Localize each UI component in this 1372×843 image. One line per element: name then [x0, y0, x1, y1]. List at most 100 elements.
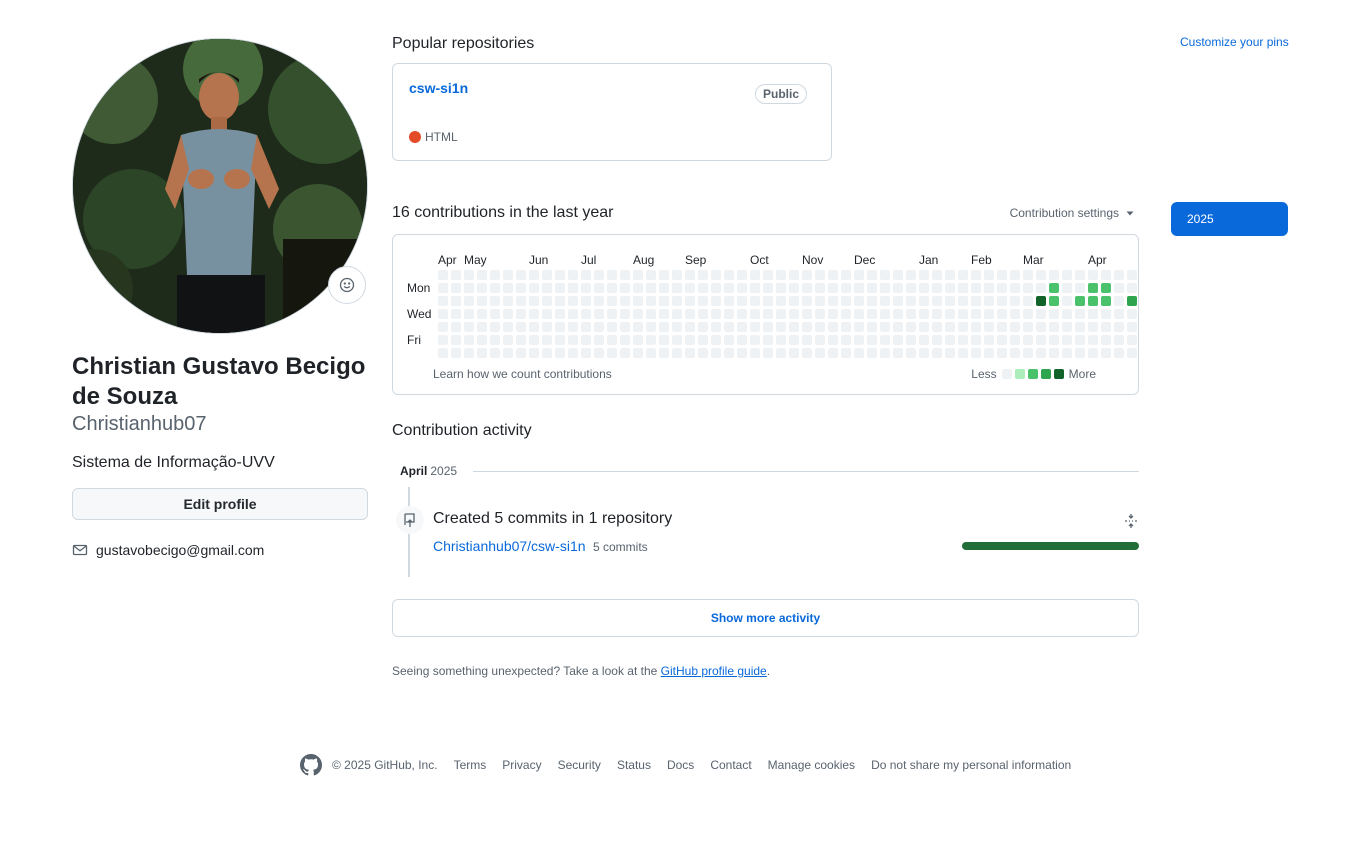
contribution-day[interactable]	[451, 322, 461, 332]
contribution-day[interactable]	[542, 335, 552, 345]
contribution-day[interactable]	[529, 322, 539, 332]
contribution-day[interactable]	[477, 283, 487, 293]
contribution-day[interactable]	[815, 270, 825, 280]
contribution-day[interactable]	[698, 348, 708, 358]
contribution-day[interactable]	[1023, 296, 1033, 306]
footer-link-manage-cookies[interactable]: Manage cookies	[768, 758, 855, 772]
contribution-day[interactable]	[854, 348, 864, 358]
contribution-day[interactable]	[841, 322, 851, 332]
contribution-day[interactable]	[945, 348, 955, 358]
contribution-day[interactable]	[906, 283, 916, 293]
contribution-day[interactable]	[880, 296, 890, 306]
contribution-day[interactable]	[555, 322, 565, 332]
contribution-day[interactable]	[880, 283, 890, 293]
contribution-day[interactable]	[1114, 296, 1124, 306]
contribution-day[interactable]	[958, 309, 968, 319]
contribution-day[interactable]	[581, 309, 591, 319]
contribution-day[interactable]	[776, 348, 786, 358]
contribution-day[interactable]	[750, 283, 760, 293]
contribution-day[interactable]	[971, 335, 981, 345]
contribution-day[interactable]	[646, 270, 656, 280]
contribution-day[interactable]	[776, 283, 786, 293]
contribution-day[interactable]	[841, 335, 851, 345]
footer-link-docs[interactable]: Docs	[667, 758, 694, 772]
contribution-day[interactable]	[1127, 296, 1137, 306]
contribution-day[interactable]	[464, 270, 474, 280]
contribution-day[interactable]	[997, 309, 1007, 319]
contribution-day[interactable]	[555, 309, 565, 319]
contribution-day[interactable]	[1062, 348, 1072, 358]
contribution-day[interactable]	[1088, 348, 1098, 358]
contribution-day[interactable]	[997, 270, 1007, 280]
contribution-day[interactable]	[841, 296, 851, 306]
contribution-day[interactable]	[1062, 283, 1072, 293]
contribution-day[interactable]	[906, 335, 916, 345]
contribution-day[interactable]	[737, 335, 747, 345]
contribution-day[interactable]	[945, 309, 955, 319]
contribution-day[interactable]	[854, 270, 864, 280]
contribution-day[interactable]	[1114, 348, 1124, 358]
contribution-day[interactable]	[984, 270, 994, 280]
contribution-day[interactable]	[958, 296, 968, 306]
contribution-day[interactable]	[1010, 348, 1020, 358]
contribution-day[interactable]	[841, 309, 851, 319]
contribution-day[interactable]	[893, 322, 903, 332]
contribution-day[interactable]	[932, 270, 942, 280]
email-link[interactable]: gustavobecigo@gmail.com	[96, 542, 264, 558]
contribution-day[interactable]	[1036, 296, 1046, 306]
contribution-day[interactable]	[503, 309, 513, 319]
contribution-day[interactable]	[516, 322, 526, 332]
contribution-day[interactable]	[854, 322, 864, 332]
contribution-day[interactable]	[581, 283, 591, 293]
contribution-day[interactable]	[490, 348, 500, 358]
contribution-day[interactable]	[581, 296, 591, 306]
contribution-day[interactable]	[945, 322, 955, 332]
contribution-day[interactable]	[906, 296, 916, 306]
contribution-day[interactable]	[997, 296, 1007, 306]
contribution-day[interactable]	[867, 335, 877, 345]
contribution-day[interactable]	[984, 348, 994, 358]
contribution-day[interactable]	[997, 335, 1007, 345]
contribution-day[interactable]	[737, 322, 747, 332]
contribution-day[interactable]	[1114, 270, 1124, 280]
contribution-day[interactable]	[932, 283, 942, 293]
contribution-day[interactable]	[503, 322, 513, 332]
contribution-day[interactable]	[1049, 309, 1059, 319]
contribution-day[interactable]	[711, 270, 721, 280]
contribution-day[interactable]	[971, 309, 981, 319]
contribution-day[interactable]	[932, 322, 942, 332]
contribution-day[interactable]	[529, 283, 539, 293]
footer-link-privacy[interactable]: Privacy	[502, 758, 541, 772]
contribution-day[interactable]	[724, 322, 734, 332]
contribution-day[interactable]	[555, 348, 565, 358]
contribution-day[interactable]	[1010, 283, 1020, 293]
contribution-day[interactable]	[685, 270, 695, 280]
contribution-day[interactable]	[529, 309, 539, 319]
contribution-day[interactable]	[1023, 309, 1033, 319]
contribution-day[interactable]	[893, 270, 903, 280]
contribution-day[interactable]	[659, 283, 669, 293]
contribution-day[interactable]	[1023, 348, 1033, 358]
contribution-day[interactable]	[776, 270, 786, 280]
contribution-day[interactable]	[737, 283, 747, 293]
contribution-day[interactable]	[594, 322, 604, 332]
contribution-day[interactable]	[451, 283, 461, 293]
contribution-day[interactable]	[685, 322, 695, 332]
contribution-day[interactable]	[555, 283, 565, 293]
contribution-day[interactable]	[542, 270, 552, 280]
contribution-day[interactable]	[1049, 348, 1059, 358]
contribution-day[interactable]	[1010, 309, 1020, 319]
contribution-day[interactable]	[1127, 283, 1137, 293]
contribution-day[interactable]	[789, 296, 799, 306]
contribution-day[interactable]	[737, 309, 747, 319]
contribution-day[interactable]	[542, 348, 552, 358]
contribution-day[interactable]	[620, 283, 630, 293]
contribution-day[interactable]	[1036, 335, 1046, 345]
contribution-day[interactable]	[1010, 335, 1020, 345]
contribution-day[interactable]	[659, 309, 669, 319]
contribution-day[interactable]	[724, 296, 734, 306]
contribution-day[interactable]	[438, 335, 448, 345]
contribution-day[interactable]	[1075, 322, 1085, 332]
contribution-day[interactable]	[815, 296, 825, 306]
contribution-day[interactable]	[711, 322, 721, 332]
